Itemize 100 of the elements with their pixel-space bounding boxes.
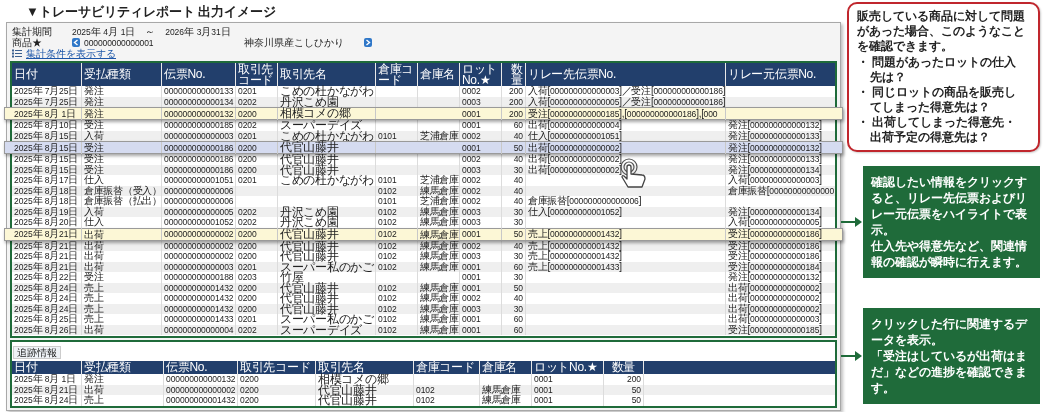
- table-cell: 000000000001051: [162, 175, 236, 186]
- table-cell: 0002: [460, 154, 502, 165]
- table-cell: 代官山藤井: [278, 142, 376, 153]
- field-label: 商品★: [12, 37, 42, 48]
- table-cell: 仕入: [82, 175, 162, 186]
- table-cell: 代官山藤井: [278, 154, 376, 165]
- table-cell: 0001: [460, 314, 502, 325]
- table-cell: 0200: [236, 293, 278, 304]
- bullet-item: ・ 出荷してしまった得意先・出荷予定の得意先は？: [857, 115, 1018, 145]
- note-text: 「受注はしているが出荷はまだ」などの進捗を確認できます。: [871, 348, 1028, 396]
- table-cell: 0002: [460, 293, 502, 304]
- table-cell: 0001: [460, 107, 502, 120]
- table-cell-text: 入荷[000000000000003]: [727, 175, 823, 185]
- table-cell: 0200: [238, 374, 316, 385]
- table-cell: 0102: [376, 293, 418, 304]
- table-cell: 30: [502, 217, 526, 228]
- table-cell-text: 受注[000000000000184]: [727, 261, 823, 272]
- table-cell: 2025年 8月17日: [12, 175, 82, 186]
- table-cell: 受注: [82, 142, 162, 153]
- table-cell: 2025年 8月15日: [12, 154, 82, 165]
- table-cell: 代官山藤井: [278, 293, 376, 304]
- table-cell-text: 受注[000000000000185]: [727, 324, 823, 335]
- table-cell: 2025年 8月21日: [12, 251, 82, 262]
- table-cell: 0200: [236, 107, 278, 120]
- arrow: [841, 217, 862, 227]
- table-cell: 000000000000006: [162, 196, 236, 207]
- table-cell: 売上[000000000001432]: [526, 251, 726, 262]
- table-cell: 0202: [236, 120, 278, 131]
- table-cell: 0200: [236, 251, 278, 262]
- table-cell: 練馬倉庫: [480, 395, 532, 406]
- table-cell: 000000000001432: [164, 395, 238, 406]
- table-cell-text: 発注[000000000000132]: [727, 141, 823, 154]
- previous-button[interactable]: [72, 38, 80, 47]
- table-cell-text: 倉庫振替[00000000000000: [727, 185, 835, 196]
- table-cell: こめの杜かながわ: [278, 86, 376, 97]
- table-cell: 売上: [82, 395, 164, 406]
- table-cell: 売上: [82, 293, 162, 304]
- next-button[interactable]: [364, 38, 372, 47]
- show-conditions-link[interactable]: 集計条件を表示する: [26, 48, 116, 59]
- table-cell: 2025年 8月21日: [12, 228, 82, 240]
- table-cell: 0201: [236, 175, 278, 186]
- table-cell: 40: [502, 175, 526, 186]
- table-cell: 0102: [376, 251, 418, 262]
- bullet-item: ・ 同じロットの商品を販売してしまった得意先は？: [857, 85, 1018, 115]
- table-cell-text: 出荷[000000000000003]: [727, 314, 823, 325]
- table-cell-text: 発注[000000000000132]: [727, 272, 823, 283]
- table-cell: 0002: [460, 86, 502, 97]
- panel-tab[interactable]: 追跡情報: [13, 346, 61, 359]
- table-cell: スーパーデイズ: [278, 324, 376, 335]
- table-cell-text: 出荷[000000000000002]: [727, 282, 823, 293]
- table-cell: 相模コメの郷: [316, 374, 414, 385]
- table-cell: 竹屋: [278, 272, 376, 283]
- table-cell: 000000000000188: [162, 272, 236, 283]
- table-cell: 40: [502, 154, 526, 165]
- table-cell: 練馬倉庫: [418, 251, 460, 262]
- table-cell: 0202: [236, 217, 278, 228]
- table-cell: 0001: [460, 324, 502, 335]
- table-cell-text: 発注[000000000000133]: [727, 154, 823, 165]
- note-text: 確認したい情報をクリックすると、リレー先伝票およびリレー元伝票をハイライトで表示。: [871, 174, 1028, 238]
- table-cell-text: 発注[000000000000132]: [727, 120, 823, 131]
- table-cell: 000000000001432: [162, 293, 236, 304]
- table-cell: 0203: [236, 272, 278, 283]
- table-cell: 0003: [460, 217, 502, 228]
- table-cell: 2025年 8月26日: [12, 324, 82, 335]
- table-cell: 000000000000132: [164, 374, 238, 385]
- table-cell: 0102: [376, 314, 418, 325]
- table-cell: こめの杜かながわ: [278, 175, 376, 186]
- table-cell: 0200: [236, 141, 278, 154]
- table-cell: 出荷[000000000000004]: [526, 120, 726, 131]
- table-cell: 出荷: [82, 228, 162, 240]
- table-cell: 200: [604, 374, 644, 385]
- table-cell: 0102: [376, 217, 418, 228]
- table-cell: 2025年 8月15日: [12, 141, 82, 154]
- table-cell: 2025年 8月25日: [12, 314, 82, 325]
- table-cell: 0201: [236, 86, 278, 97]
- field-value: 2025年 4月 1日: [72, 25, 136, 38]
- table-cell: 50: [604, 395, 644, 406]
- table-cell: 000000000000132: [162, 107, 236, 120]
- table-cell: 40: [502, 196, 526, 207]
- table-cell: 芝浦倉庫: [418, 196, 460, 207]
- table-cell: 000000000000002: [162, 251, 236, 262]
- table-cell: 200: [502, 107, 526, 120]
- table-cell: 50: [502, 141, 526, 154]
- table-cell: 2025年 8月24日: [12, 395, 82, 406]
- table-cell: 0200: [236, 228, 278, 240]
- table-cell: 0201: [236, 314, 278, 325]
- table-cell: 2025年 7月25日: [12, 86, 82, 97]
- table-cell: 練馬倉庫: [418, 293, 460, 304]
- column-header: リレー元伝票No.: [727, 66, 817, 83]
- table-cell: 出荷[000000000000002]: [526, 141, 726, 154]
- bullet-item: ・ 問題があったロットの仕入先は？: [857, 55, 1018, 85]
- arrow: [841, 351, 862, 361]
- table-cell-text: 受注[000000000000186]: [727, 228, 823, 240]
- table-cell: 売上[000000000001432]: [526, 228, 726, 240]
- table-cell: 0001: [460, 141, 502, 154]
- table-cell: 受注: [82, 272, 162, 283]
- table-cell: 発注: [82, 86, 162, 97]
- table-cell-text: 受注[000000000000186]: [727, 251, 823, 262]
- table-cell: 発注: [82, 108, 162, 119]
- table-cell: 30: [502, 272, 526, 283]
